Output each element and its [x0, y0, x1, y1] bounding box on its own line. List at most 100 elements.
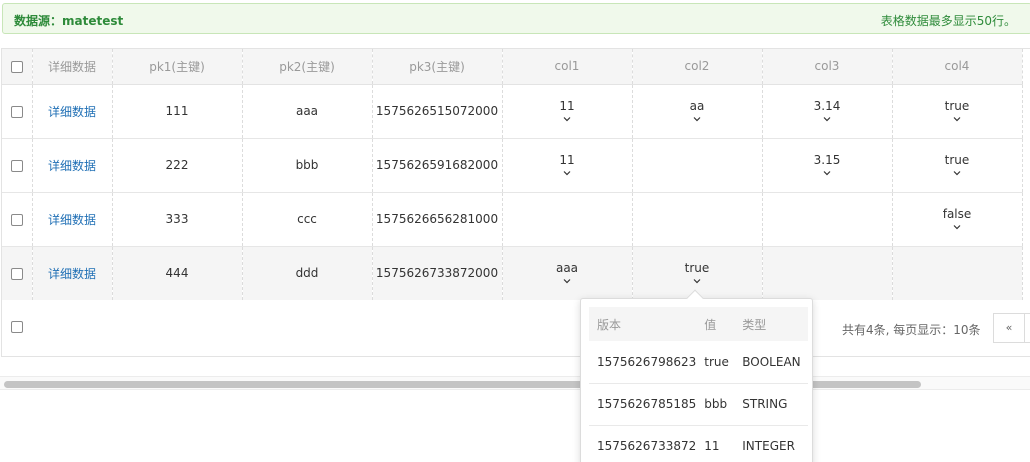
value-cell: bbb — [696, 383, 735, 426]
cell-pk3: 1575626591682000 — [372, 138, 503, 193]
cell-value: aa — [689, 99, 705, 113]
chevron-down-icon[interactable] — [563, 115, 571, 123]
detail-link[interactable]: 详细数据 — [48, 105, 96, 119]
cell-col1 — [502, 192, 633, 247]
detail-cell: 详细数据 — [32, 192, 113, 247]
chevron-down-icon[interactable] — [823, 115, 831, 123]
version-cell: 1575626798623 — [589, 341, 697, 384]
data-table-container: 详细数据 pk1(主键) pk2(主键) pk3(主键) col1 col2 c… — [1, 48, 1030, 357]
header-col2: col2 — [632, 49, 763, 85]
version-cell: 1575626733872 — [589, 425, 697, 462]
cell-pk2: ddd — [242, 246, 373, 301]
data-table: 详细数据 pk1(主键) pk2(主键) pk3(主键) col1 col2 c… — [2, 49, 1023, 301]
cell-value: 3.14 — [813, 99, 841, 113]
cell-col1: 11 — [502, 84, 633, 139]
header-pk1: pk1(主键) — [112, 49, 243, 85]
cell-col4: true — [892, 84, 1023, 139]
header-pk2: pk2(主键) — [242, 49, 373, 85]
chevron-down-icon[interactable] — [693, 277, 701, 285]
value-cell: 11 — [696, 425, 735, 462]
row-checkbox[interactable] — [10, 267, 23, 280]
chevron-down-icon[interactable] — [953, 223, 961, 231]
pagination-summary: 共有4条, 每页显示：10条 — [842, 323, 981, 337]
row-checkbox[interactable] — [10, 159, 23, 172]
cell-value: 3.15 — [813, 153, 841, 167]
chevron-down-icon[interactable] — [563, 277, 571, 285]
cell-pk2: ccc — [242, 192, 373, 247]
version-row: 1575626785185 bbb STRING — [589, 383, 809, 426]
detail-cell: 详细数据 — [32, 84, 113, 139]
header-col1: col1 — [502, 49, 633, 85]
select-all-checkbox[interactable] — [10, 60, 23, 73]
row-select-cell — [2, 192, 33, 247]
header-col3: col3 — [762, 49, 893, 85]
cell-pk2: bbb — [242, 138, 373, 193]
select-all-cell — [2, 49, 33, 85]
value-cell: true — [696, 341, 735, 384]
cell-value: 11 — [559, 153, 575, 167]
cell-pk1: 111 — [112, 84, 243, 139]
cell-pk3: 1575626733872000 — [372, 246, 503, 301]
cell-pk3: 1575626656281000 — [372, 192, 503, 247]
cell-value: false — [942, 207, 972, 221]
cell-pk1: 333 — [112, 192, 243, 247]
type-cell: BOOLEAN — [734, 341, 809, 384]
version-cell: 1575626785185 — [589, 383, 697, 426]
popover-header-version: 版本 — [589, 307, 697, 341]
table-row: 详细数据 222 bbb 1575626591682000 11 3.15 true — [2, 138, 1023, 193]
first-page-button[interactable]: « — [993, 313, 1025, 343]
cell-col3: 3.15 — [762, 138, 893, 193]
table-footer: 共有4条, 每页显示：10条 « — [2, 300, 1030, 356]
horizontal-scrollbar[interactable] — [0, 376, 1030, 390]
cell-pk1: 222 — [112, 138, 243, 193]
footer-select-checkbox[interactable] — [11, 321, 23, 333]
cell-value: true — [684, 261, 710, 275]
version-history-popover: 版本 值 类型 1575626798623 true BOOLEAN 15756267… — [580, 289, 813, 462]
table-row: 详细数据 111 aaa 1575626515072000 11 aa 3.14 true — [2, 84, 1023, 139]
prev-page-button[interactable] — [1024, 313, 1030, 343]
cell-col2 — [632, 192, 763, 247]
chevron-down-icon[interactable] — [563, 169, 571, 177]
datasource-label: 数据源：matetest — [14, 14, 124, 28]
popover-header-row: 版本 值 类型 — [589, 307, 809, 341]
chevron-down-icon[interactable] — [693, 115, 701, 123]
cell-value: true — [944, 99, 970, 113]
cell-col3 — [762, 192, 893, 247]
row-checkbox[interactable] — [10, 213, 23, 226]
cell-col3: 3.14 — [762, 84, 893, 139]
type-cell: INTEGER — [734, 425, 809, 462]
chevron-down-icon[interactable] — [823, 169, 831, 177]
cell-value: aaa — [555, 261, 579, 275]
type-cell: STRING — [734, 383, 809, 426]
cell-value: true — [944, 153, 970, 167]
cell-col1: 11 — [502, 138, 633, 193]
version-row: 1575626733872 11 INTEGER — [589, 425, 809, 462]
detail-link[interactable]: 详细数据 — [48, 267, 96, 281]
chevron-down-icon[interactable] — [953, 169, 961, 177]
cell-value: 11 — [559, 99, 575, 113]
row-select-cell — [2, 84, 33, 139]
chevron-down-icon[interactable] — [953, 115, 961, 123]
row-select-cell — [2, 246, 33, 301]
header-col4: col4 — [892, 49, 1023, 85]
cell-col4 — [892, 246, 1023, 301]
cell-col2: aa — [632, 84, 763, 139]
cell-pk1: 444 — [112, 246, 243, 301]
datasource-banner: 数据源：matetest 表格数据最多显示50行。 — [2, 3, 1030, 34]
cell-col2 — [632, 138, 763, 193]
table-row: 详细数据 333 ccc 1575626656281000 false — [2, 192, 1023, 247]
cell-col4: true — [892, 138, 1023, 193]
table-header-row: 详细数据 pk1(主键) pk2(主键) pk3(主键) col1 col2 c… — [2, 49, 1023, 85]
version-history-table: 版本 值 类型 1575626798623 true BOOLEAN 15756267… — [589, 307, 809, 462]
cell-col1: aaa — [502, 246, 633, 301]
cell-pk3: 1575626515072000 — [372, 84, 503, 139]
detail-cell: 详细数据 — [32, 138, 113, 193]
detail-link[interactable]: 详细数据 — [48, 159, 96, 173]
header-pk3: pk3(主键) — [372, 49, 503, 85]
row-checkbox[interactable] — [10, 105, 23, 118]
version-row: 1575626798623 true BOOLEAN — [589, 341, 809, 384]
cell-col4: false — [892, 192, 1023, 247]
detail-link[interactable]: 详细数据 — [48, 213, 96, 227]
popover-header-type: 类型 — [734, 307, 809, 341]
cell-col3 — [762, 246, 893, 301]
